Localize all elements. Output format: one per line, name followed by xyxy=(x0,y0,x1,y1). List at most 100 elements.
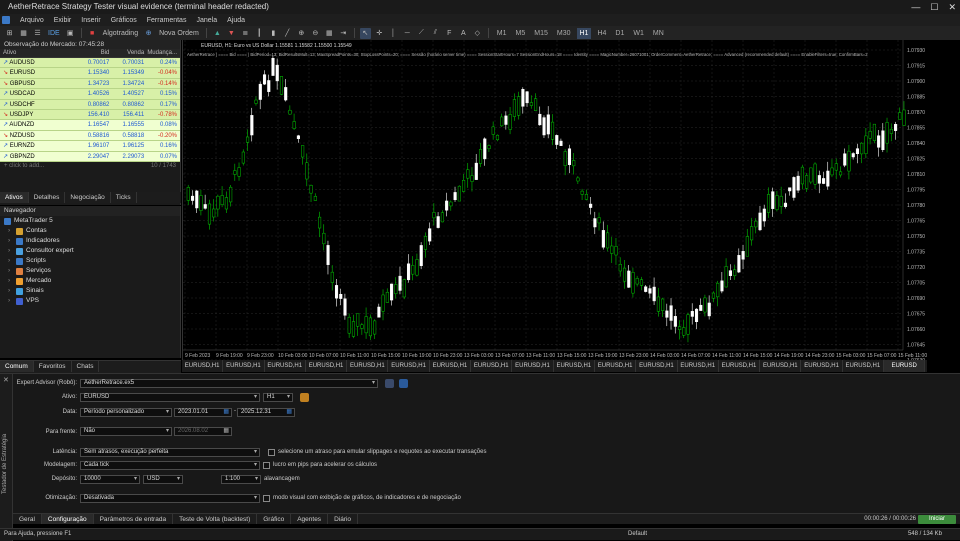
tab-journal[interactable]: Diário xyxy=(328,514,359,524)
chart-tab[interactable]: EURUSD,H1 xyxy=(595,360,637,372)
buy-icon[interactable]: ▲ xyxy=(212,28,223,39)
sell-icon[interactable]: ▼ xyxy=(226,28,237,39)
tab-ticks[interactable]: Ticks xyxy=(111,192,137,203)
market-row[interactable]: ↗ AUDNZD 1.16547 1.16555 0.08% xyxy=(0,120,180,131)
market-watch-add[interactable]: + click to add... 10 / 1743 xyxy=(0,162,180,171)
crosshair-icon[interactable]: ✛ xyxy=(374,28,385,39)
menu-window[interactable]: Janela xyxy=(196,17,217,24)
shapes-icon[interactable]: ◇ xyxy=(472,28,483,39)
maximize-icon[interactable]: ☐ xyxy=(930,0,938,14)
market-row[interactable]: ↗ GBPNZD 2.29047 2.29073 0.07% xyxy=(0,151,180,162)
latency-select[interactable]: Sem atrasos, execução perfeita ▾ xyxy=(80,448,260,457)
algotrading-button[interactable]: Algotrading xyxy=(101,28,140,39)
tab-details[interactable]: Detalhes xyxy=(29,192,66,203)
minimize-icon[interactable]: — xyxy=(911,0,920,14)
tab-favorites[interactable]: Favoritos xyxy=(34,361,72,372)
chart-tab[interactable]: EURUSD,H1 xyxy=(678,360,719,372)
col-change[interactable]: Mudança... xyxy=(144,49,180,57)
zoom-in-icon[interactable]: ⊕ xyxy=(296,28,307,39)
symbol-properties-icon[interactable] xyxy=(300,393,309,402)
tf-m30[interactable]: M30 xyxy=(554,28,574,39)
chart-tab[interactable]: EURUSD,H1 xyxy=(182,360,224,372)
profiles-icon[interactable]: ▦ xyxy=(18,28,29,39)
menu-view[interactable]: Exibir xyxy=(54,17,72,24)
calendar-icon[interactable]: ▦ xyxy=(286,409,292,416)
menu-tools[interactable]: Ferramentas xyxy=(147,17,187,24)
tab-agents[interactable]: Agentes xyxy=(291,514,329,524)
tab-general[interactable]: Geral xyxy=(13,514,42,524)
forward-date-input[interactable]: 2026.08.02 ▦ xyxy=(174,427,232,436)
nav-item-services[interactable]: › Serviços xyxy=(0,266,180,276)
autoscroll-icon[interactable]: ⇥ xyxy=(338,28,349,39)
new-chart-icon[interactable]: ⊞ xyxy=(4,28,15,39)
text-icon[interactable]: A xyxy=(458,28,469,39)
chart-tab[interactable]: EURUSD,H1 xyxy=(265,360,306,372)
tab-inputs[interactable]: Parâmetros de entrada xyxy=(94,514,174,524)
vline-icon[interactable]: │ xyxy=(388,28,399,39)
period-select[interactable]: H1 ▾ xyxy=(263,393,293,402)
tf-h1[interactable]: H1 xyxy=(576,27,592,39)
chart-tab[interactable]: EURUSD,H1 xyxy=(719,360,761,372)
nav-root[interactable]: MetaTrader 5 xyxy=(0,216,180,226)
model-select[interactable]: Cada tick ▾ xyxy=(80,461,260,470)
new-order-button[interactable]: Nova Ordem xyxy=(157,28,201,39)
tf-h4[interactable]: H4 xyxy=(594,28,609,39)
settings-expert-icon[interactable] xyxy=(399,379,408,388)
leverage-select[interactable]: 1:100 ▾ xyxy=(221,475,261,484)
market-row[interactable]: ↗ EURNZD 1.96107 1.96125 0.16% xyxy=(0,141,180,152)
edit-expert-icon[interactable] xyxy=(385,379,394,388)
tab-backtest[interactable]: Teste de Volta (backtest) xyxy=(173,514,258,524)
chart-tab[interactable]: EURUSD,H1 xyxy=(554,360,595,372)
date-to-input[interactable]: 2025.12.31 ▦ xyxy=(237,408,295,417)
chart-tab[interactable]: EURUSD xyxy=(884,360,926,372)
tf-m1[interactable]: M1 xyxy=(494,28,510,39)
menu-insert[interactable]: Inserir xyxy=(81,17,100,24)
tf-mn[interactable]: MN xyxy=(650,28,667,39)
nav-item-expert-advisors[interactable]: › Consultor expert xyxy=(0,246,180,256)
forward-select[interactable]: Não ▾ xyxy=(80,427,172,436)
tab-graph[interactable]: Gráfico xyxy=(257,514,292,524)
chart-tab[interactable]: EURUSD,H1 xyxy=(388,360,430,372)
deposit-input[interactable]: 10000 ▾ xyxy=(80,475,140,484)
chart-tab[interactable]: EURUSD,H1 xyxy=(760,360,802,372)
col-ask[interactable]: Venda xyxy=(109,49,144,57)
nav-item-scripts[interactable]: › Scripts xyxy=(0,256,180,266)
market-row[interactable]: ↘ NZDUSD 0.58816 0.58818 -0.20% xyxy=(0,130,180,142)
candlestick-chart[interactable]: 1.07930 1.07915 1.07900 1.07885 1.07870 1.078… xyxy=(183,40,928,360)
save-icon[interactable]: ▣ xyxy=(65,28,76,39)
bar-chart-icon[interactable]: ┃ xyxy=(254,28,265,39)
market-row[interactable]: ↗ USDCAD 1.40526 1.40527 0.15% xyxy=(0,89,180,100)
chart-tab[interactable]: EURUSD,H1 xyxy=(223,360,265,372)
start-button[interactable]: Iniciar xyxy=(918,515,956,524)
grid-icon[interactable]: ▦ xyxy=(324,28,335,39)
nav-item-accounts[interactable]: › Contas xyxy=(0,226,180,236)
algotrading-icon[interactable]: ■ xyxy=(87,28,98,39)
close-tester-icon[interactable]: ✕ xyxy=(3,376,9,384)
market-row[interactable]: ↘ USDJPY 156.410 156.411 -0.78% xyxy=(0,109,180,121)
pips-checkbox[interactable] xyxy=(263,462,270,469)
nav-item-market[interactable]: › Mercado xyxy=(0,276,180,286)
chart-tab[interactable]: EURUSD,H1 xyxy=(347,360,389,372)
optimization-select[interactable]: Desativada ▾ xyxy=(80,494,260,503)
close-icon[interactable]: ✕ xyxy=(948,0,956,14)
tab-chats[interactable]: Chats xyxy=(72,361,100,372)
line-chart-icon[interactable]: ╱ xyxy=(282,28,293,39)
col-bid[interactable]: Bid xyxy=(75,49,110,57)
expert-select[interactable]: AetherRetrace.ex5 ▾ xyxy=(80,379,378,388)
depth-icon[interactable]: ≣ xyxy=(240,28,251,39)
chart-tab[interactable]: EURUSD,H1 xyxy=(843,360,885,372)
calendar-icon[interactable]: ▦ xyxy=(223,409,229,416)
date-from-input[interactable]: 2023.01.01 ▦ xyxy=(174,408,232,417)
candle-chart-icon[interactable]: ▮ xyxy=(268,28,279,39)
symbol-select[interactable]: EURUSD ▾ xyxy=(80,393,260,402)
fibonacci-icon[interactable]: F xyxy=(444,28,455,39)
menu-charts[interactable]: Gráficos xyxy=(111,17,137,24)
chart-tab[interactable]: EURUSD,H1 xyxy=(306,360,348,372)
tab-symbols[interactable]: Ativos xyxy=(0,192,29,203)
zoom-out-icon[interactable]: ⊖ xyxy=(310,28,321,39)
chart-tab[interactable]: EURUSD,H1 xyxy=(471,360,513,372)
menu-file[interactable]: Arquivo xyxy=(20,17,44,24)
chart-tab[interactable]: EURUSD,H1 xyxy=(801,360,843,372)
add-symbol-link[interactable]: + click to add... xyxy=(4,162,44,171)
price-chart[interactable]: 1.07930 1.07915 1.07900 1.07885 1.07870 1.078… xyxy=(182,40,927,360)
